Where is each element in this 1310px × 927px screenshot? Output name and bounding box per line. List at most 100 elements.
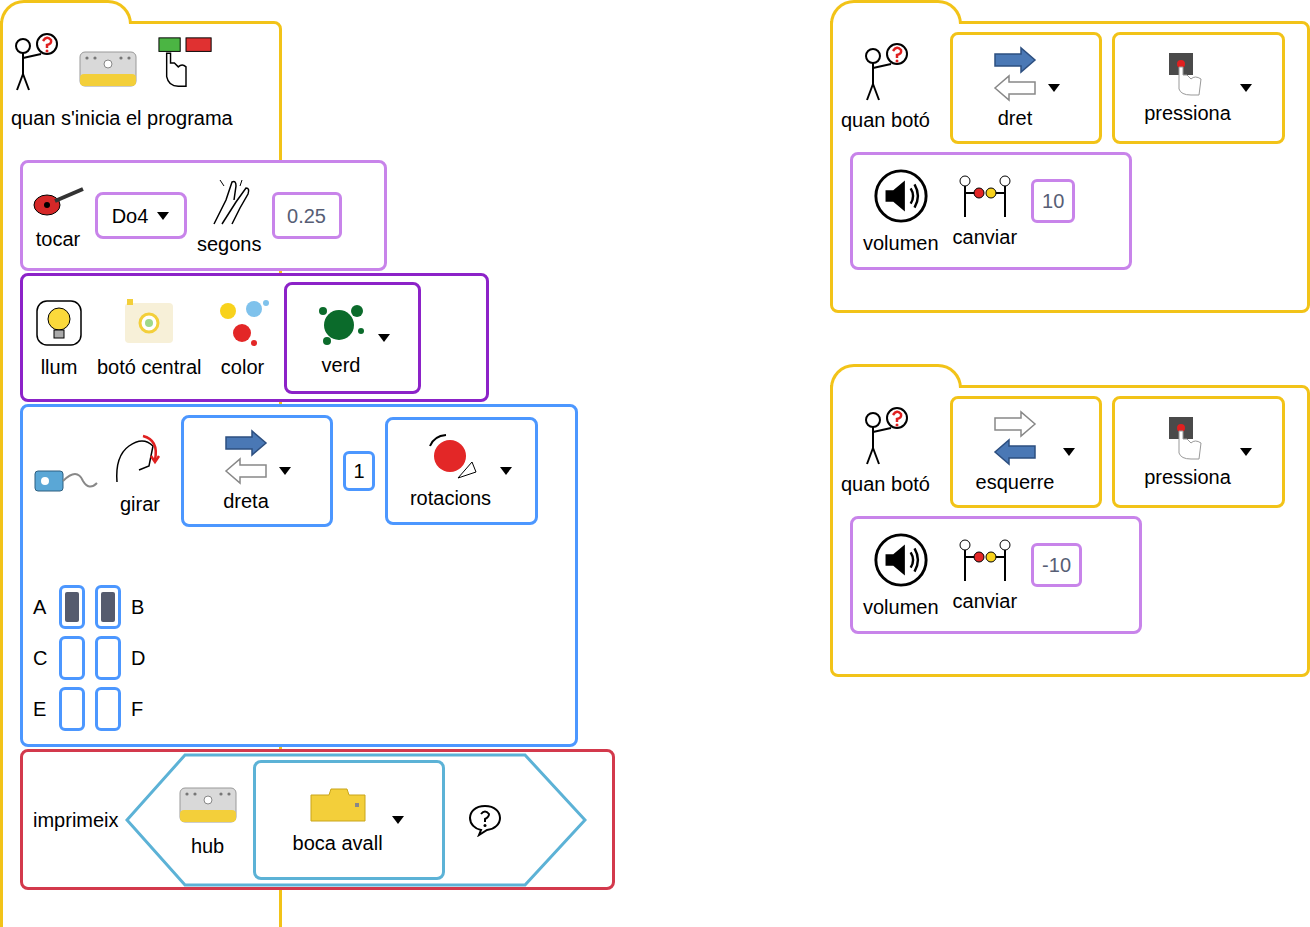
speaker-icon — [872, 167, 930, 225]
lightbulb-icon — [33, 297, 85, 349]
button-dropdown-label: dret — [998, 106, 1032, 130]
action-dropdown-label: pressiona — [1144, 465, 1231, 489]
hat-label-label: quan botó — [841, 472, 930, 496]
caret-icon — [377, 333, 391, 343]
volume-label: volumen — [863, 167, 939, 255]
hub-icon — [77, 46, 139, 92]
play-label: tocar — [31, 181, 85, 251]
paint-colors-icon — [214, 297, 272, 349]
print-block[interactable]: imprimeixhubboca avall — [20, 749, 615, 890]
seconds-label-label: segons — [197, 232, 262, 256]
turn-label: girar — [109, 426, 171, 516]
speaker-icon — [872, 531, 930, 589]
unit-dropdown[interactable]: rotacions — [385, 417, 538, 525]
port-toggle[interactable] — [95, 585, 121, 629]
button-script[interactable]: quan botó dret pressiona volumen canviar 10 — [830, 0, 1310, 313]
port-selected-fill — [65, 592, 79, 622]
hat-bump — [830, 0, 962, 24]
person-question-icon — [861, 406, 909, 466]
motor-icon — [33, 461, 99, 497]
button-dropdown-label: esquerre — [976, 470, 1055, 494]
volume-block[interactable]: volumen canviar 10 — [850, 152, 1132, 270]
port-grid: ABCDEF — [33, 585, 565, 731]
caret-icon — [499, 466, 513, 476]
arrow-right-icon — [991, 46, 1039, 102]
arrow-left-icon — [991, 410, 1039, 466]
hub-icon — [177, 782, 239, 828]
volume-label-label: volumen — [863, 595, 939, 619]
action-dropdown[interactable]: pressiona — [1112, 32, 1285, 144]
rotation-icon — [424, 432, 478, 482]
hat-block[interactable]: quan botó dret pressiona volumen canviar 10 — [830, 21, 1310, 313]
color-label-label: color — [221, 355, 264, 379]
seconds-label: segons — [197, 176, 262, 256]
action-dropdown-label: pressiona — [1144, 101, 1231, 125]
center-button-label: botó central — [97, 297, 202, 379]
caret-icon — [1047, 83, 1061, 93]
value-input[interactable]: 0.25 — [272, 192, 342, 239]
hat-block[interactable]: quan botó esquerre pressiona volumen canviar… — [830, 385, 1310, 677]
button-dropdown[interactable]: esquerre — [950, 396, 1102, 508]
exchange-icon — [955, 173, 1015, 219]
port-toggle[interactable] — [59, 585, 85, 629]
port-toggle[interactable] — [95, 636, 121, 680]
change-label-label: canviar — [953, 589, 1017, 613]
press-button-icon — [1165, 415, 1209, 461]
note-dropdown[interactable]: Do4 — [95, 192, 187, 239]
action-dropdown[interactable]: pressiona — [1112, 396, 1285, 508]
light-label: llum — [33, 297, 85, 379]
color-dropdown[interactable]: verd — [284, 282, 421, 394]
print-label: imprimeix — [33, 808, 119, 832]
on-off-icon — [157, 34, 215, 92]
light-label-label: llum — [41, 355, 78, 379]
sensor-reporter[interactable]: hubboca avall — [125, 753, 587, 887]
code-canvas: quan s'inicia el programa tocar Do4 segons 0… — [0, 0, 1310, 927]
turn-icon — [109, 426, 171, 486]
port-row: EF — [33, 687, 565, 731]
motor-block[interactable]: girardreta1rotacionsABCDEF — [20, 404, 578, 747]
value-input[interactable]: -10 — [1031, 543, 1082, 587]
port-toggle[interactable] — [59, 636, 85, 680]
color-label: color — [214, 297, 272, 379]
color-splash-icon — [313, 299, 369, 349]
caret-icon — [278, 466, 292, 476]
play-note-block[interactable]: tocar Do4 segons 0.25 — [20, 160, 387, 271]
hub-face-down-icon — [307, 785, 369, 827]
turn-label-label: girar — [120, 492, 160, 516]
hat-block[interactable]: quan s'inicia el programatocarDo4segons0… — [0, 21, 282, 927]
light-block[interactable]: llum botó central color verd — [20, 273, 489, 402]
hat-bump — [0, 0, 132, 24]
hat-label: quan botó — [841, 406, 930, 496]
hat-label-label: quan botó — [841, 108, 930, 132]
port-toggle[interactable] — [95, 687, 121, 731]
hat-bump — [830, 364, 962, 388]
value-input[interactable]: 10 — [1031, 179, 1075, 223]
direction-dropdown[interactable]: dreta — [181, 415, 333, 527]
caret-icon — [391, 815, 405, 825]
volume-label: volumen — [863, 531, 939, 619]
change-label-label: canviar — [953, 225, 1017, 249]
direction-dropdown-label: dreta — [223, 489, 269, 513]
caret-icon — [1062, 447, 1076, 457]
start-script[interactable]: quan s'inicia el programatocarDo4segons0… — [0, 0, 282, 927]
hub-label: hub — [177, 782, 239, 858]
value-input[interactable]: 1 — [343, 451, 375, 491]
hat-label: quan botó — [841, 42, 930, 132]
port-row: CD — [33, 636, 565, 680]
port-toggle[interactable] — [59, 687, 85, 731]
button-dropdown[interactable]: dret — [950, 32, 1102, 144]
caret-icon — [156, 211, 170, 221]
change-label: canviar — [953, 537, 1017, 613]
button-script[interactable]: quan botó esquerre pressiona volumen canviar… — [830, 364, 1310, 677]
caret-icon — [1239, 83, 1253, 93]
orientation-dropdown[interactable]: boca avall — [253, 760, 445, 880]
guitar-icon — [31, 181, 85, 221]
hat-label: quan s'inicia el programa — [11, 107, 233, 129]
speech-question-icon — [467, 803, 503, 837]
volume-label-label: volumen — [863, 231, 939, 255]
play-label-label: tocar — [36, 227, 80, 251]
arrow-right-icon — [222, 429, 270, 485]
person-question-icon — [861, 42, 909, 102]
volume-block[interactable]: volumen canviar -10 — [850, 516, 1142, 634]
color-dropdown-label: verd — [322, 353, 361, 377]
